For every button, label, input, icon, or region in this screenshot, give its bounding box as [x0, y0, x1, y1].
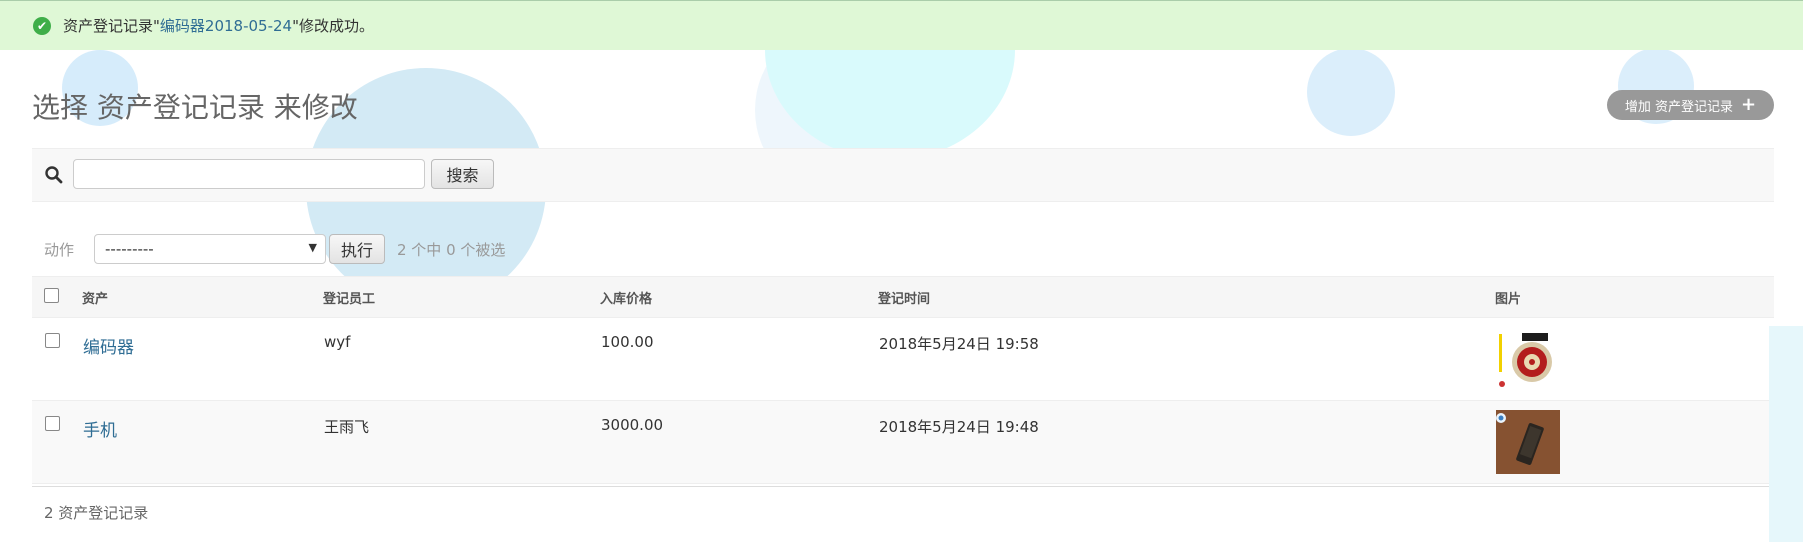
time-cell: 2018年5月24日 19:48	[878, 400, 1495, 484]
asset-link[interactable]: 手机	[83, 421, 117, 441]
column-header-asset[interactable]: 资产	[82, 276, 323, 318]
price-cell: 100.00	[600, 317, 878, 401]
time-cell: 2018年5月24日 19:58	[878, 317, 1495, 401]
search-icon	[45, 166, 63, 184]
row-select-cell	[32, 317, 82, 401]
asset-thumbnail[interactable]	[1496, 330, 1556, 390]
selection-counter: 2 个中 0 个被选	[397, 241, 506, 259]
column-header-time[interactable]: 登记时间	[878, 276, 1495, 318]
results-table: 资产 登记员工 入库价格 登记时间 图片 编码器 wyf 100.00 2018…	[32, 276, 1774, 484]
search-input[interactable]	[73, 159, 425, 189]
image-cell	[1495, 317, 1774, 401]
check-circle-icon: ✔	[33, 16, 51, 35]
asset-cell: 手机	[82, 400, 323, 484]
plus-icon: +	[1741, 94, 1757, 115]
column-header-image[interactable]: 图片	[1495, 276, 1774, 318]
search-button[interactable]: 搜索	[431, 159, 494, 189]
scrollbar[interactable]	[1769, 326, 1803, 542]
asset-cell: 编码器	[82, 317, 323, 401]
run-action-button[interactable]: 执行	[329, 234, 385, 264]
message-object-link[interactable]: 编码器2018-05-24	[160, 15, 292, 36]
action-label: 动作	[44, 241, 75, 259]
table-header-row: 资产 登记员工 入库价格 登记时间 图片	[32, 276, 1774, 318]
action-select[interactable]: --------- ▼	[94, 234, 326, 264]
success-message: ✔ 资产登记记录" 编码器2018-05-24 "修改成功。	[0, 0, 1803, 50]
asset-thumbnail[interactable]	[1496, 410, 1560, 474]
row-checkbox[interactable]	[45, 333, 60, 348]
search-toolbar: 搜索	[32, 148, 1774, 202]
row-select-cell	[32, 400, 82, 484]
column-header-staff[interactable]: 登记员工	[323, 276, 600, 318]
add-record-label: 增加 资产登记记录	[1624, 99, 1734, 115]
result-count: 2 资产登记记录	[32, 486, 1774, 529]
message-prefix: 资产登记记录"	[63, 17, 160, 35]
select-all-cell	[32, 276, 82, 318]
row-checkbox[interactable]	[45, 416, 60, 431]
staff-cell: wyf	[323, 317, 600, 401]
background-bubble	[1307, 48, 1395, 136]
column-header-price[interactable]: 入库价格	[600, 276, 878, 318]
message-suffix: "修改成功。	[292, 17, 374, 35]
select-all-checkbox[interactable]	[44, 287, 59, 303]
page-title: 选择 资产登记记录 来修改	[32, 91, 358, 124]
action-select-value: ---------	[105, 240, 154, 258]
asset-link[interactable]: 编码器	[83, 338, 134, 358]
dropdown-arrow-icon: ▼	[308, 241, 317, 254]
table-row: 编码器 wyf 100.00 2018年5月24日 19:58	[32, 317, 1774, 401]
table-row: 手机 王雨飞 3000.00 2018年5月24日 19:48	[32, 400, 1774, 484]
image-cell	[1495, 400, 1774, 484]
price-cell: 3000.00	[600, 400, 878, 484]
staff-cell: 王雨飞	[323, 400, 600, 484]
action-bar: 动作 --------- ▼ 执行 2 个中 0 个被选	[32, 230, 932, 266]
add-record-button[interactable]: 增加 资产登记记录 +	[1607, 90, 1774, 120]
